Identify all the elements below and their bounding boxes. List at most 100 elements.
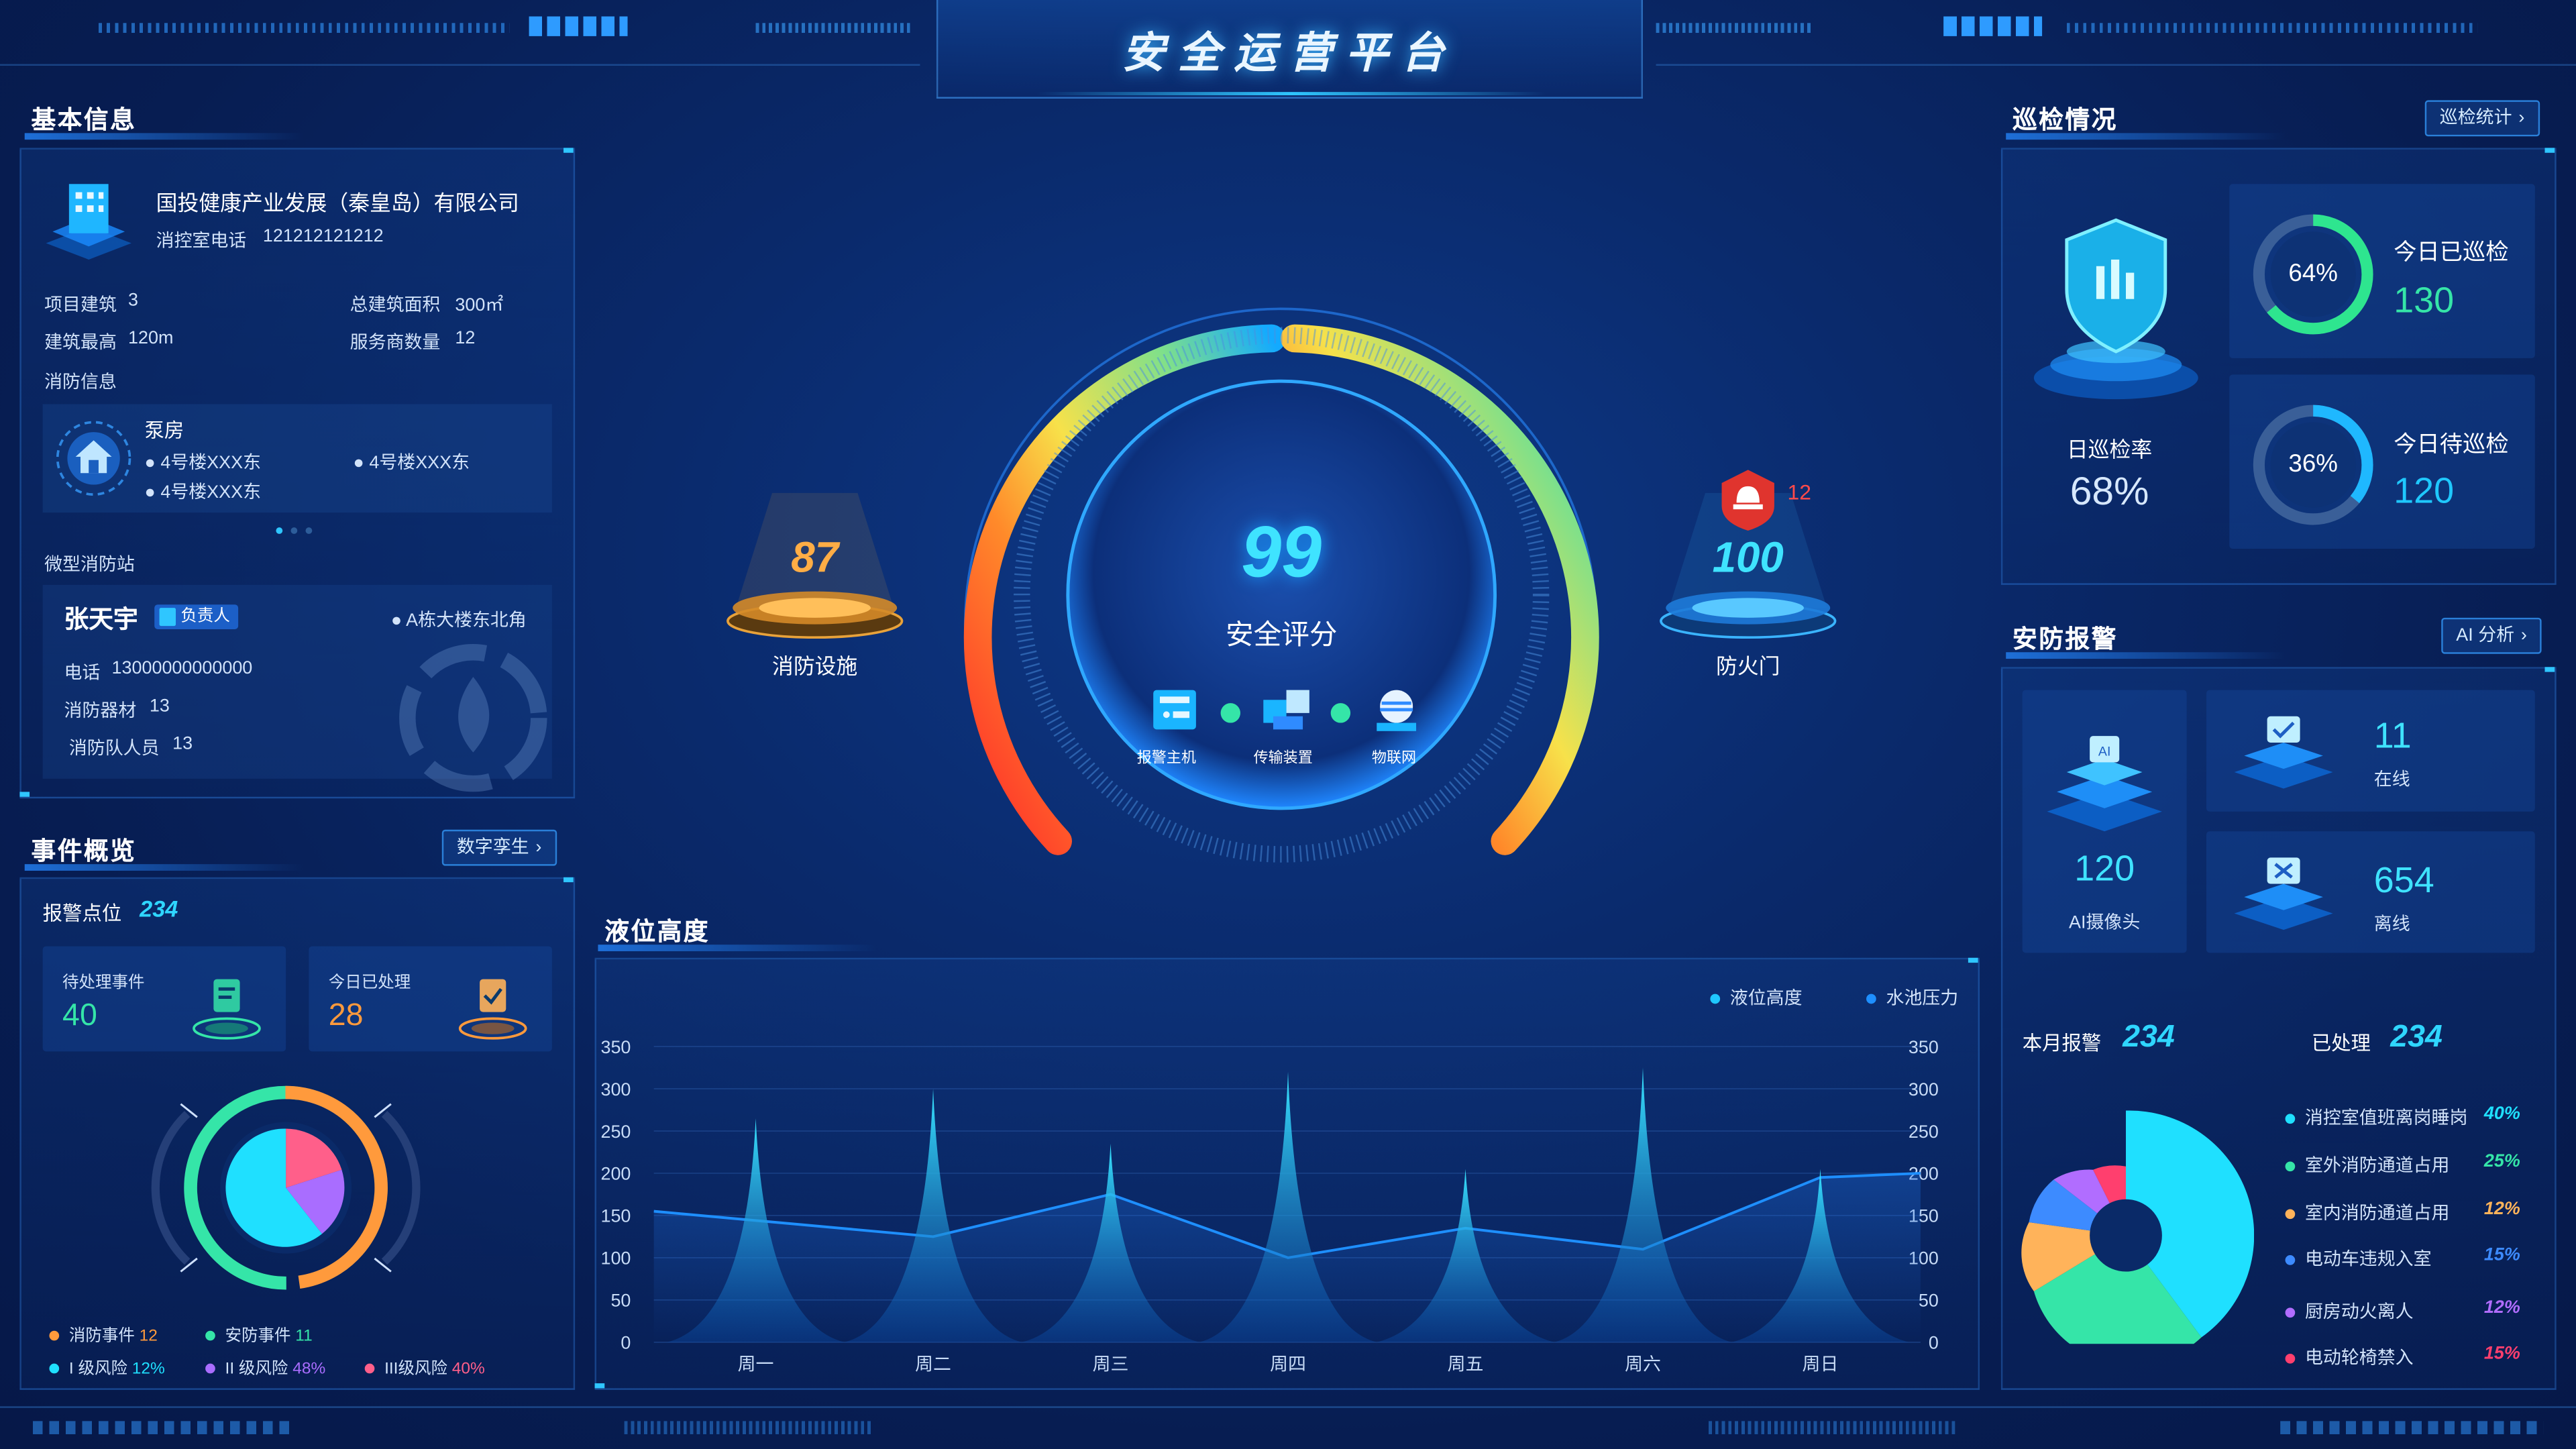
tel-value: 13000000000000 [111, 659, 253, 679]
fire-facility-label: 消防设施 [771, 653, 858, 679]
transmission-device-icon[interactable] [1260, 687, 1312, 736]
company-name: 国投健康产业发展（秦皇岛）有限公司 [156, 191, 519, 215]
legend-risk-1: I 级风险 12% [49, 1354, 165, 1379]
month-alarm-value: 234 [2123, 1020, 2175, 1055]
service-value: 12 [455, 328, 476, 349]
pagination-dots[interactable] [276, 527, 325, 534]
fire-door-badge: 12 [1787, 480, 1811, 504]
risk-donut-chart [138, 1081, 434, 1294]
alarm-item: 室外消防通道占用 [2285, 1152, 2449, 1178]
offline-device-icon [2231, 848, 2337, 940]
height-value: 120m [128, 328, 174, 349]
alarm-item-value: 15% [2483, 1344, 2520, 1364]
patrol-todo-value: 120 [2394, 470, 2455, 511]
legend-pool-pressure: 水池压力 [1866, 984, 1958, 1010]
y2-tick-label: 350 [1909, 1037, 1939, 1057]
patrol-title: 巡检情况 [2006, 102, 2286, 140]
x-tick-label: 周六 [1625, 1354, 1661, 1374]
service-label: 服务商数量 [350, 333, 441, 354]
y-tick-label: 350 [600, 1037, 631, 1057]
safety-score-label: 安全评分 [1225, 619, 1338, 651]
patrol-todo-pct: 36% [2288, 450, 2338, 478]
offline-value: 654 [2373, 859, 2434, 901]
svg-text:AI: AI [2098, 745, 2111, 759]
y-tick-label: 0 [621, 1333, 631, 1353]
pump-location: ● 4号楼XXX东 [144, 453, 262, 474]
alarm-points-value: 234 [140, 895, 178, 922]
fire-door-value: 100 [1712, 532, 1784, 582]
chevron-right-icon: › [2520, 626, 2527, 646]
chevron-right-icon: › [2518, 108, 2525, 129]
equip-label: 消防器材 [64, 701, 137, 722]
handled-alarm-value: 234 [2390, 1020, 2443, 1055]
fire-station-watermark-icon [394, 644, 552, 792]
shield-icon [2031, 213, 2202, 411]
chevron-right-icon: › [535, 837, 542, 858]
pending-label: 待处理事件 [62, 974, 145, 993]
patrol-done-pct: 64% [2288, 259, 2338, 288]
alarm-item: 厨房动火离人 [2285, 1298, 2414, 1324]
fire-info-label: 消防信息 [44, 372, 117, 393]
alarm-item-value: 15% [2483, 1245, 2520, 1265]
house-icon [54, 419, 133, 498]
page-title: 安全运营平台 [1122, 28, 1458, 78]
online-value: 11 [2373, 714, 2412, 756]
alarm-bell-icon[interactable] [1719, 467, 1778, 533]
offline-label: 离线 [2373, 915, 2410, 935]
patrol-rate-label: 日巡检率 [2066, 437, 2153, 462]
patrol-done-value: 130 [2394, 279, 2455, 321]
project-value: 3 [128, 290, 139, 311]
pump-title: 泵房 [144, 419, 184, 442]
handled-label: 今日已处理 [328, 974, 411, 993]
top-deco-right [1656, 0, 2576, 66]
alarm-host-icon[interactable] [1150, 687, 1202, 736]
alarm-item: 室内消防通道占用 [2285, 1199, 2449, 1226]
area-value: 300㎡ [455, 295, 504, 316]
y-tick-label: 200 [600, 1164, 631, 1184]
iot-icon[interactable] [1370, 687, 1422, 736]
online-device-icon [2231, 706, 2337, 798]
alarm-item-value: 40% [2483, 1104, 2520, 1124]
check-icon [1220, 703, 1240, 723]
legend-risk-3: III级风险 40% [364, 1354, 485, 1379]
pin-icon: ● [144, 453, 156, 474]
role-icon [159, 608, 176, 627]
online-label: 在线 [2373, 770, 2410, 790]
alarm-item-value: 12% [2483, 1199, 2520, 1220]
liquid-level-chart: 0501001502002503003500501001502002503003… [600, 1037, 1939, 1375]
building-icon [43, 171, 135, 266]
alarm-item: 消控室值班离岗睡岗 [2285, 1104, 2467, 1130]
pump-location: ● 4号楼XXX东 [144, 483, 262, 503]
pump-location: ● 4号楼XXX东 [353, 453, 470, 474]
pending-value: 40 [62, 998, 97, 1034]
legend-risk-2: II 级风险 48% [205, 1354, 325, 1379]
person-name: 张天宇 [64, 606, 138, 635]
digital-twin-button[interactable]: 数字孪生 › [441, 829, 557, 866]
x-tick-label: 周日 [1803, 1354, 1839, 1374]
month-alarm-label: 本月报警 [2022, 1031, 2102, 1055]
y-tick-label: 50 [610, 1291, 631, 1311]
handled-icon [457, 969, 529, 1042]
y2-tick-label: 250 [1909, 1122, 1939, 1142]
liquid-title: 液位高度 [598, 914, 877, 951]
alarm-item: 电动轮椅禁入 [2285, 1344, 2414, 1370]
x-tick-label: 周五 [1448, 1354, 1484, 1374]
role-badge: 负责人 [154, 604, 239, 629]
ai-analysis-button[interactable]: AI 分析 › [2441, 617, 2542, 654]
x-tick-label: 周二 [915, 1354, 951, 1374]
alarm-item: 电动车违规入室 [2285, 1245, 2432, 1271]
ai-camera-value: 120 [2074, 847, 2135, 889]
y-tick-label: 100 [600, 1248, 631, 1269]
x-tick-label: 周一 [738, 1354, 774, 1374]
handled-alarm-label: 已处理 [2311, 1031, 2371, 1055]
y2-tick-label: 0 [1929, 1333, 1939, 1353]
patrol-stats-button[interactable]: 巡检统计 › [2424, 100, 2540, 137]
patrol-rate-value: 68% [2070, 470, 2149, 515]
legend-liquid-height: 液位高度 [1710, 984, 1803, 1010]
y2-tick-label: 50 [1919, 1291, 1939, 1311]
x-tick-label: 周三 [1093, 1354, 1129, 1374]
chain-label-alarm-host: 报警主机 [1136, 749, 1196, 766]
alarm-rose-chart [2014, 1097, 2255, 1365]
pending-icon [191, 969, 263, 1042]
y-tick-label: 150 [600, 1206, 631, 1226]
